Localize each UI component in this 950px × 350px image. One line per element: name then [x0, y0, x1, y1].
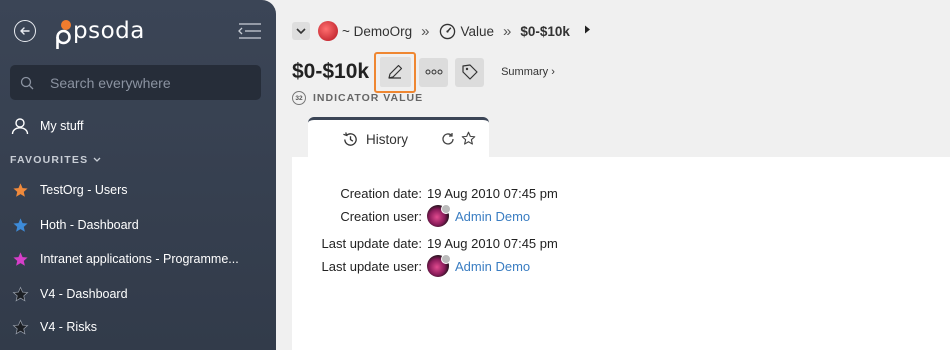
tab-history[interactable]: History — [308, 117, 489, 159]
psoda-logo-mark-icon — [50, 16, 72, 49]
user-icon — [10, 116, 30, 136]
more-dots-icon — [425, 69, 443, 75]
favourites-header[interactable]: FAVOURITES — [10, 154, 101, 166]
item-type-row: 32 INDICATOR VALUE — [292, 91, 423, 105]
sidebar-item-favourite[interactable]: Intranet applications - Programme... — [10, 247, 239, 271]
caret-right-icon — [584, 25, 590, 34]
sidebar: psoda Search everywhere My stuff FAVOURI… — [0, 0, 276, 350]
logo-text: psoda — [73, 18, 145, 44]
chevron-down-icon — [296, 27, 306, 34]
breadcrumb: ~ DemoOrg » Value » $0-$10k — [292, 20, 591, 42]
search-icon — [20, 75, 36, 91]
back-button[interactable] — [14, 20, 36, 42]
sidebar-item-label: V4 - Risks — [40, 320, 97, 334]
sidebar-item-favourite[interactable]: V4 - Dashboard — [10, 282, 128, 306]
sidebar-item-label: My stuff — [40, 119, 84, 133]
favourites-header-label: FAVOURITES — [10, 154, 89, 166]
page-title: $0-$10k — [292, 60, 370, 83]
creation-user-label: Creation user: — [340, 208, 422, 224]
creation-user-link[interactable]: Admin Demo — [455, 209, 530, 224]
tag-icon — [461, 64, 478, 80]
psoda-logo[interactable]: psoda — [50, 14, 145, 49]
breadcrumb-separator: » — [503, 22, 512, 40]
summary-link[interactable]: Summary › — [501, 66, 555, 78]
arrow-left-icon — [20, 27, 30, 35]
menu-collapse-icon — [238, 23, 261, 39]
last-update-user-label: Last update user: — [321, 258, 422, 274]
sidebar-item-favourite[interactable]: TestOrg - Users — [10, 178, 128, 202]
item-type-badge: 32 — [292, 91, 306, 105]
main-content: ~ DemoOrg » Value » $0-$10k $0-$10k Summ… — [276, 0, 950, 350]
star-icon — [10, 180, 30, 200]
breadcrumb-expand-button[interactable] — [584, 25, 591, 37]
history-icon — [342, 131, 360, 149]
last-update-user-row: Last update user: Admin Demo — [302, 254, 530, 277]
star-icon — [10, 249, 30, 269]
sidebar-item-label: Hoth - Dashboard — [40, 218, 139, 232]
last-update-date-row: Last update date: 19 Aug 2010 07:45 pm — [302, 232, 558, 254]
sidebar-item-my-stuff[interactable]: My stuff — [10, 114, 84, 138]
breadcrumb-separator: » — [421, 22, 430, 40]
org-avatar — [318, 21, 338, 41]
star-icon — [10, 215, 30, 235]
sidebar-item-label: V4 - Dashboard — [40, 287, 128, 301]
sidebar-item-favourite[interactable]: V4 - Risks — [10, 315, 97, 339]
star-icon — [10, 284, 30, 304]
creation-date-value: 19 Aug 2010 07:45 pm — [427, 185, 558, 201]
collapse-sidebar-button[interactable] — [237, 22, 263, 45]
last-update-date-value: 19 Aug 2010 07:45 pm — [427, 235, 558, 251]
avatar — [427, 204, 451, 227]
search-placeholder: Search everywhere — [50, 74, 171, 91]
breadcrumb-org-label: ~ DemoOrg — [342, 23, 413, 39]
title-row: $0-$10k Summary › — [292, 51, 555, 93]
breadcrumb-value-label: Value — [460, 23, 495, 39]
sidebar-item-favourite[interactable]: Hoth - Dashboard — [10, 213, 139, 237]
item-type-label: INDICATOR VALUE — [313, 92, 424, 104]
breadcrumb-value[interactable]: Value — [439, 23, 495, 40]
history-panel: Creation date: 19 Aug 2010 07:45 pm Crea… — [292, 157, 950, 350]
star-icon — [10, 317, 30, 337]
creation-date-row: Creation date: 19 Aug 2010 07:45 pm — [302, 182, 558, 204]
star-outline-icon[interactable] — [461, 131, 476, 146]
sidebar-item-label: TestOrg - Users — [40, 183, 128, 197]
breadcrumb-org[interactable]: ~ DemoOrg — [318, 21, 412, 41]
creation-date-label: Creation date: — [340, 185, 422, 201]
more-options-button[interactable] — [419, 57, 449, 87]
tab-label: History — [366, 132, 409, 147]
refresh-icon[interactable] — [441, 132, 455, 146]
creation-user-row: Creation user: Admin Demo — [302, 204, 530, 227]
chevron-down-icon — [93, 155, 101, 165]
gauge-icon — [439, 23, 456, 40]
tag-button[interactable] — [455, 57, 485, 87]
edit-button[interactable] — [374, 51, 417, 93]
last-update-date-label: Last update date: — [321, 235, 422, 251]
search-input[interactable]: Search everywhere — [10, 65, 261, 100]
last-update-user-link[interactable]: Admin Demo — [455, 259, 530, 274]
pencil-icon — [388, 64, 403, 79]
avatar — [427, 254, 451, 277]
sidebar-item-label: Intranet applications - Programme... — [40, 252, 239, 266]
breadcrumb-dropdown-button[interactable] — [292, 22, 310, 40]
breadcrumb-current: $0-$10k — [520, 23, 570, 39]
